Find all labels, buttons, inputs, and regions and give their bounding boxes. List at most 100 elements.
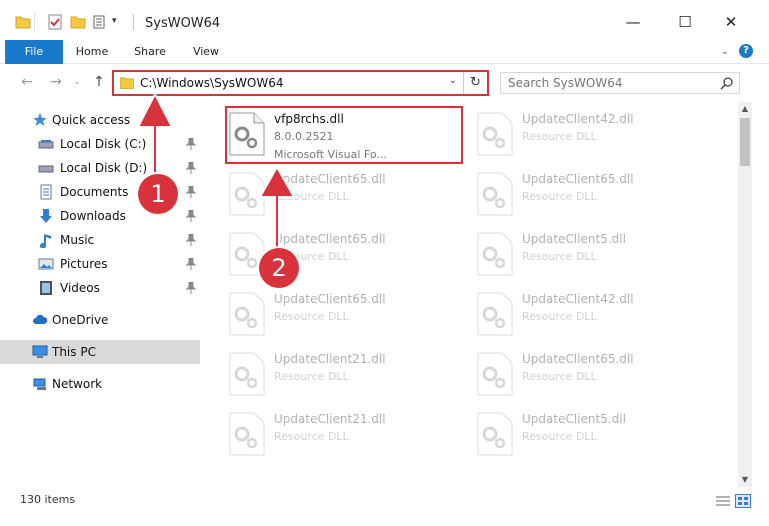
file-item[interactable]: UpdateClient65.dll Resource DLL [473,166,713,222]
file-item[interactable]: UpdateClient42.dll Resource DLL [473,106,713,162]
file-list: vfp8rchs.dll 8.0.0.2521 Microsoft Visual… [203,102,738,487]
highlight-box [225,106,463,164]
file-name: UpdateClient5.dll [522,412,626,426]
folder-icon[interactable] [14,13,32,31]
file-name: UpdateClient65.dll [522,352,634,366]
sidebar-item-onedrive[interactable]: OneDrive [0,308,200,332]
file-item[interactable]: UpdateClient21.dll Resource DLL [225,406,465,462]
sidebar-item-pictures[interactable]: Pictures [0,252,200,276]
dll-file-icon [477,292,513,336]
file-type: Resource DLL [522,370,597,383]
scroll-thumb[interactable] [740,118,750,166]
file-name: UpdateClient65.dll [522,172,634,186]
tab-share[interactable]: Share [128,40,172,64]
tab-view[interactable]: View [184,40,228,64]
minimize-button[interactable]: — [618,10,648,34]
explorer-window: ▾ SysWOW64 — ☐ ✕ File Home Share View ⌄ … [0,0,769,526]
documents-icon [40,184,52,200]
network-icon [33,378,46,390]
address-dropdown-icon[interactable]: ⌄ [449,75,457,86]
file-item[interactable]: UpdateClient42.dll Resource DLL [473,286,713,342]
details-view-icon[interactable] [715,494,731,508]
star-icon [33,113,47,126]
status-bar: 130 items [0,487,769,513]
expand-ribbon-icon[interactable]: ⌄ [721,46,729,57]
sidebar-item-label: This PC [52,345,96,359]
vertical-scrollbar[interactable]: ▲ ▼ [738,102,752,487]
drive-icon [38,165,54,173]
tiles-view-icon[interactable] [735,494,751,508]
file-item[interactable]: UpdateClient65.dll Resource DLL [225,286,465,342]
pin-icon[interactable] [186,186,196,198]
sidebar-item-music[interactable]: Music [0,228,200,252]
help-icon[interactable]: ? [739,44,753,58]
videos-icon [40,281,52,295]
tab-file[interactable]: File [5,40,63,64]
search-icon[interactable] [720,76,734,90]
dll-file-icon [477,232,513,276]
file-name: UpdateClient42.dll [522,292,634,306]
computer-icon [32,345,48,358]
scroll-up-icon[interactable]: ▲ [738,102,752,116]
maximize-button[interactable]: ☐ [670,10,700,34]
search-placeholder: Search SysWOW64 [508,76,623,90]
qa-separator [34,13,35,31]
scroll-down-icon[interactable]: ▼ [738,473,752,487]
file-type: Resource DLL [522,310,597,323]
title-bar: ▾ SysWOW64 — ☐ ✕ [0,0,769,40]
dll-file-icon [229,352,265,396]
pin-icon[interactable] [186,210,196,222]
annotation-marker-1: 1 [138,174,178,214]
dll-file-icon [477,412,513,456]
pin-icon[interactable] [186,138,196,150]
drive-icon [38,140,54,149]
file-type: Resource DLL [522,250,597,263]
file-type: Resource DLL [274,310,349,323]
up-arrow-icon[interactable]: ↑ [90,73,108,91]
music-icon [40,234,51,248]
file-item[interactable]: UpdateClient21.dll Resource DLL [225,346,465,402]
sidebar-item-videos[interactable]: Videos [0,276,200,300]
sidebar-item-network[interactable]: Network [0,372,200,396]
sidebar-item-this-pc[interactable]: This PC [0,340,200,364]
file-type: Resource DLL [274,430,349,443]
pictures-icon [38,258,54,270]
refresh-icon[interactable]: ↻ [463,72,487,94]
file-item[interactable]: UpdateClient5.dll Resource DLL [473,226,713,282]
file-type: Resource DLL [522,430,597,443]
ribbon-icons: ⌄ ? [721,44,753,58]
window-title: SysWOW64 [145,16,221,31]
pin-icon[interactable] [186,258,196,270]
new-folder-icon[interactable] [69,13,87,31]
dll-file-icon [229,412,265,456]
pin-icon[interactable] [186,282,196,294]
file-item[interactable]: UpdateClient65.dll Resource DLL [473,346,713,402]
sidebar-item-label: Network [52,377,103,391]
sidebar-item-label: Documents [60,185,129,199]
recent-locations-icon[interactable]: ⌄ [72,73,82,91]
annotation-marker-2: 2 [259,248,299,288]
search-input[interactable]: Search SysWOW64 [500,72,740,94]
back-arrow-icon[interactable]: ← [18,73,36,91]
folder-icon [120,77,134,89]
properties-icon[interactable] [46,13,64,31]
file-item[interactable]: UpdateClient5.dll Resource DLL [473,406,713,462]
address-text[interactable]: C:\Windows\SysWOW64 [140,76,284,90]
dll-file-icon [477,352,513,396]
customize-icon[interactable] [92,13,110,31]
sidebar-item-label: OneDrive [52,313,109,327]
qa-dropdown-icon[interactable]: ▾ [112,16,117,26]
sidebar-item-label: Downloads [60,209,126,223]
view-buttons [715,494,751,508]
dll-file-icon [229,292,265,336]
file-type: Resource DLL [274,370,349,383]
pin-icon[interactable] [186,234,196,246]
pin-icon[interactable] [186,162,196,174]
file-name: UpdateClient21.dll [274,352,386,366]
tab-home[interactable]: Home [70,40,114,64]
file-type: Resource DLL [522,130,597,143]
forward-arrow-icon[interactable]: → [47,73,65,91]
sidebar-item-label: Videos [60,281,100,295]
close-button[interactable]: ✕ [716,10,746,34]
dll-file-icon [477,172,513,216]
